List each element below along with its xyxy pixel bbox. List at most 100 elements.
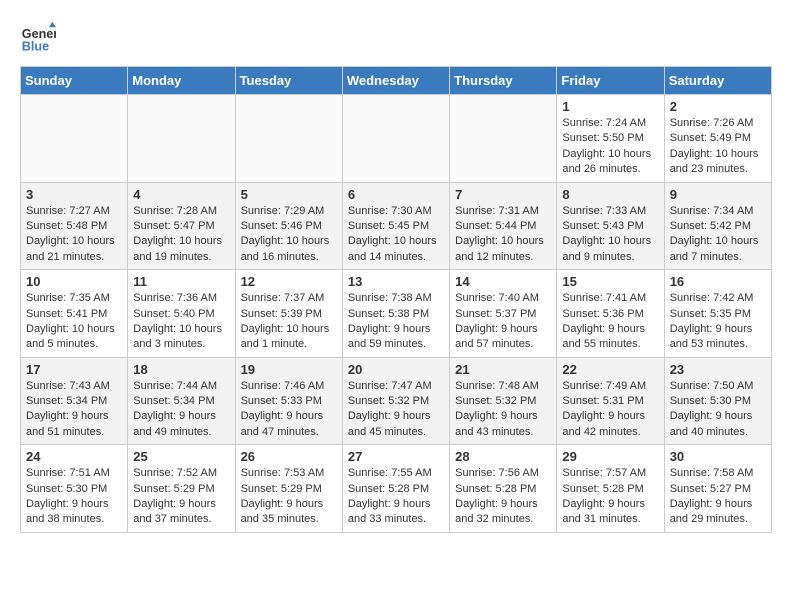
day-cell: 24 Sunrise: 7:51 AM Sunset: 5:30 PM Dayli…	[21, 445, 128, 533]
week-row-2: 3 Sunrise: 7:27 AM Sunset: 5:48 PM Daylig…	[21, 182, 772, 270]
day-info: Sunrise: 7:49 AM Sunset: 5:31 PM Dayligh…	[562, 379, 658, 441]
day-info: Sunrise: 7:33 AM Sunset: 5:43 PM Dayligh…	[562, 204, 658, 266]
day-number: 7	[455, 187, 551, 202]
day-cell: 19 Sunrise: 7:46 AM Sunset: 5:33 PM Dayli…	[235, 357, 342, 445]
day-number: 23	[670, 362, 766, 377]
day-cell	[21, 95, 128, 183]
day-info: Sunrise: 7:53 AM Sunset: 5:29 PM Dayligh…	[241, 466, 337, 528]
day-cell: 25 Sunrise: 7:52 AM Sunset: 5:29 PM Dayli…	[128, 445, 235, 533]
day-number: 24	[26, 449, 122, 464]
day-info: Sunrise: 7:46 AM Sunset: 5:33 PM Dayligh…	[241, 379, 337, 441]
header-friday: Friday	[557, 67, 664, 95]
day-info: Sunrise: 7:50 AM Sunset: 5:30 PM Dayligh…	[670, 379, 766, 441]
day-number: 11	[133, 274, 229, 289]
day-number: 19	[241, 362, 337, 377]
day-info: Sunrise: 7:52 AM Sunset: 5:29 PM Dayligh…	[133, 466, 229, 528]
day-number: 22	[562, 362, 658, 377]
day-cell: 12Sunrise: 7:37 AM Sunset: 5:39 PM Dayli…	[235, 270, 342, 358]
header-wednesday: Wednesday	[342, 67, 449, 95]
day-info: Sunrise: 7:30 AM Sunset: 5:45 PM Dayligh…	[348, 204, 444, 266]
day-cell	[342, 95, 449, 183]
day-number: 20	[348, 362, 444, 377]
day-number: 14	[455, 274, 551, 289]
calendar-header: SundayMondayTuesdayWednesdayThursdayFrid…	[21, 67, 772, 95]
day-number: 10	[26, 274, 122, 289]
header-sunday: Sunday	[21, 67, 128, 95]
day-info: Sunrise: 7:51 AM Sunset: 5:30 PM Dayligh…	[26, 466, 122, 528]
day-cell: 22 Sunrise: 7:49 AM Sunset: 5:31 PM Dayli…	[557, 357, 664, 445]
day-cell: 23 Sunrise: 7:50 AM Sunset: 5:30 PM Dayli…	[664, 357, 771, 445]
day-cell: 15Sunrise: 7:41 AM Sunset: 5:36 PM Dayli…	[557, 270, 664, 358]
header-thursday: Thursday	[450, 67, 557, 95]
day-cell: 10 Sunrise: 7:35 AM Sunset: 5:41 PM Dayli…	[21, 270, 128, 358]
day-number: 27	[348, 449, 444, 464]
day-number: 26	[241, 449, 337, 464]
day-info: Sunrise: 7:29 AM Sunset: 5:46 PM Dayligh…	[241, 204, 337, 266]
calendar-body: 1 Sunrise: 7:24 AM Sunset: 5:50 PM Daylig…	[21, 95, 772, 533]
day-number: 16	[670, 274, 766, 289]
day-info: Sunrise: 7:56 AM Sunset: 5:28 PM Dayligh…	[455, 466, 551, 528]
day-info: Sunrise: 7:36 AM Sunset: 5:40 PM Dayligh…	[133, 291, 229, 353]
header-monday: Monday	[128, 67, 235, 95]
day-number: 21	[455, 362, 551, 377]
day-cell	[450, 95, 557, 183]
day-number: 1	[562, 99, 658, 114]
day-cell: 11 Sunrise: 7:36 AM Sunset: 5:40 PM Dayli…	[128, 270, 235, 358]
day-number: 25	[133, 449, 229, 464]
day-info: Sunrise: 7:48 AM Sunset: 5:32 PM Dayligh…	[455, 379, 551, 441]
day-number: 17	[26, 362, 122, 377]
day-cell: 7 Sunrise: 7:31 AM Sunset: 5:44 PM Daylig…	[450, 182, 557, 270]
day-info: Sunrise: 7:43 AM Sunset: 5:34 PM Dayligh…	[26, 379, 122, 441]
week-row-5: 24 Sunrise: 7:51 AM Sunset: 5:30 PM Dayli…	[21, 445, 772, 533]
day-info: Sunrise: 7:38 AM Sunset: 5:38 PM Dayligh…	[348, 291, 444, 353]
day-info: Sunrise: 7:28 AM Sunset: 5:47 PM Dayligh…	[133, 204, 229, 266]
day-cell: 4 Sunrise: 7:28 AM Sunset: 5:47 PM Daylig…	[128, 182, 235, 270]
day-cell: 1 Sunrise: 7:24 AM Sunset: 5:50 PM Daylig…	[557, 95, 664, 183]
day-info: Sunrise: 7:26 AM Sunset: 5:49 PM Dayligh…	[670, 116, 766, 178]
day-cell	[235, 95, 342, 183]
day-info: Sunrise: 7:57 AM Sunset: 5:28 PM Dayligh…	[562, 466, 658, 528]
day-cell: 29 Sunrise: 7:57 AM Sunset: 5:28 PM Dayli…	[557, 445, 664, 533]
calendar-table: SundayMondayTuesdayWednesdayThursdayFrid…	[20, 66, 772, 533]
day-number: 13	[348, 274, 444, 289]
day-info: Sunrise: 7:35 AM Sunset: 5:41 PM Dayligh…	[26, 291, 122, 353]
day-cell: 21 Sunrise: 7:48 AM Sunset: 5:32 PM Dayli…	[450, 357, 557, 445]
day-cell: 13 Sunrise: 7:38 AM Sunset: 5:38 PM Dayli…	[342, 270, 449, 358]
day-number: 28	[455, 449, 551, 464]
day-number: 5	[241, 187, 337, 202]
day-info: Sunrise: 7:24 AM Sunset: 5:50 PM Dayligh…	[562, 116, 658, 178]
day-number: 6	[348, 187, 444, 202]
day-info: Sunrise: 7:27 AM Sunset: 5:48 PM Dayligh…	[26, 204, 122, 266]
logo-icon: General Blue	[20, 20, 56, 56]
day-info: Sunrise: 7:44 AM Sunset: 5:34 PM Dayligh…	[133, 379, 229, 441]
day-number: 4	[133, 187, 229, 202]
day-info: Sunrise: 7:31 AM Sunset: 5:44 PM Dayligh…	[455, 204, 551, 266]
day-cell: 3 Sunrise: 7:27 AM Sunset: 5:48 PM Daylig…	[21, 182, 128, 270]
header-saturday: Saturday	[664, 67, 771, 95]
day-number: 18	[133, 362, 229, 377]
day-info: Sunrise: 7:47 AM Sunset: 5:32 PM Dayligh…	[348, 379, 444, 441]
day-cell: 26 Sunrise: 7:53 AM Sunset: 5:29 PM Dayli…	[235, 445, 342, 533]
day-cell: 9 Sunrise: 7:34 AM Sunset: 5:42 PM Daylig…	[664, 182, 771, 270]
day-info: Sunrise: 7:40 AM Sunset: 5:37 PM Dayligh…	[455, 291, 551, 353]
day-info: Sunrise: 7:41 AM Sunset: 5:36 PM Dayligh…	[562, 291, 658, 353]
day-cell: 8 Sunrise: 7:33 AM Sunset: 5:43 PM Daylig…	[557, 182, 664, 270]
day-info: Sunrise: 7:42 AM Sunset: 5:35 PM Dayligh…	[670, 291, 766, 353]
day-number: 29	[562, 449, 658, 464]
day-number: 3	[26, 187, 122, 202]
day-cell: 16 Sunrise: 7:42 AM Sunset: 5:35 PM Dayli…	[664, 270, 771, 358]
day-cell: 27Sunrise: 7:55 AM Sunset: 5:28 PM Dayli…	[342, 445, 449, 533]
day-cell: 30Sunrise: 7:58 AM Sunset: 5:27 PM Dayli…	[664, 445, 771, 533]
page-header: General Blue	[20, 20, 772, 56]
day-cell: 6 Sunrise: 7:30 AM Sunset: 5:45 PM Daylig…	[342, 182, 449, 270]
day-info: Sunrise: 7:37 AM Sunset: 5:39 PM Dayligh…	[241, 291, 337, 353]
day-info: Sunrise: 7:58 AM Sunset: 5:27 PM Dayligh…	[670, 466, 766, 528]
day-cell: 20 Sunrise: 7:47 AM Sunset: 5:32 PM Dayli…	[342, 357, 449, 445]
day-cell: 5 Sunrise: 7:29 AM Sunset: 5:46 PM Daylig…	[235, 182, 342, 270]
header-tuesday: Tuesday	[235, 67, 342, 95]
day-number: 9	[670, 187, 766, 202]
day-info: Sunrise: 7:34 AM Sunset: 5:42 PM Dayligh…	[670, 204, 766, 266]
day-cell: 28 Sunrise: 7:56 AM Sunset: 5:28 PM Dayli…	[450, 445, 557, 533]
day-cell	[128, 95, 235, 183]
day-number: 8	[562, 187, 658, 202]
